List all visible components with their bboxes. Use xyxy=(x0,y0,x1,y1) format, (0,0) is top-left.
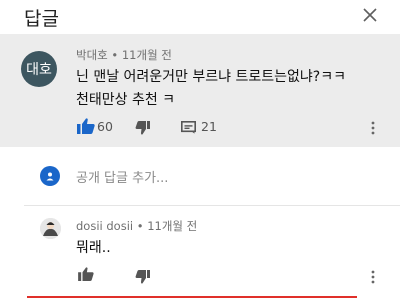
close-icon xyxy=(363,8,377,22)
add-reply-row[interactable] xyxy=(0,147,400,205)
reply-meta: dosii dosii • 11개월 전 xyxy=(76,218,197,234)
meta-separator: • xyxy=(136,219,144,233)
reply-count: 21 xyxy=(201,119,217,134)
comment-text-line-1: 닌 맨날 어려운거만 부르냐 트로트는없냐?ㅋㅋ xyxy=(76,69,346,85)
reply-more-button[interactable] xyxy=(368,269,378,285)
red-underline xyxy=(27,296,357,298)
comment-meta: 박대호 • 11개월 전 xyxy=(76,47,172,63)
comment-text-line-2: 천태만상 추천 ㅋ xyxy=(76,92,176,108)
reply-like-button[interactable] xyxy=(77,266,95,282)
close-button[interactable] xyxy=(354,0,386,30)
parent-comment xyxy=(0,34,400,147)
add-reply-input[interactable]: 공개 답글 추가... xyxy=(76,167,168,186)
reply-count-button[interactable] xyxy=(181,121,196,134)
reply-dislike-button[interactable] xyxy=(135,270,150,284)
more-vertical-icon xyxy=(371,270,375,284)
user-icon xyxy=(46,172,54,181)
header-bar: 답글 xyxy=(0,0,400,34)
my-avatar xyxy=(40,166,60,186)
avatar[interactable]: 대호 xyxy=(21,51,57,87)
comment-time: 11개월 전 xyxy=(121,48,172,62)
thumb-up-filled-icon xyxy=(77,118,95,134)
divider xyxy=(24,205,400,206)
comment-author[interactable]: 박대호 xyxy=(76,48,108,62)
panel-title: 답글 xyxy=(24,8,59,30)
avatar-image xyxy=(40,218,61,239)
thumb-up-icon xyxy=(78,267,94,281)
reply-time: 11개월 전 xyxy=(147,219,198,233)
comment-more-button[interactable] xyxy=(368,120,378,136)
more-vertical-icon xyxy=(371,121,375,135)
thumb-down-icon xyxy=(135,270,150,284)
dislike-button[interactable] xyxy=(135,121,150,135)
avatar[interactable] xyxy=(40,218,61,239)
reply-author[interactable]: dosii dosii xyxy=(76,219,133,233)
reply-text: 뭐래.. xyxy=(76,240,111,256)
comment-icon xyxy=(181,121,196,134)
thumb-down-icon xyxy=(135,121,150,135)
like-count: 60 xyxy=(97,119,113,134)
avatar-text: 대호 xyxy=(26,62,52,78)
like-button[interactable] xyxy=(77,118,95,134)
meta-separator: • xyxy=(111,48,119,62)
